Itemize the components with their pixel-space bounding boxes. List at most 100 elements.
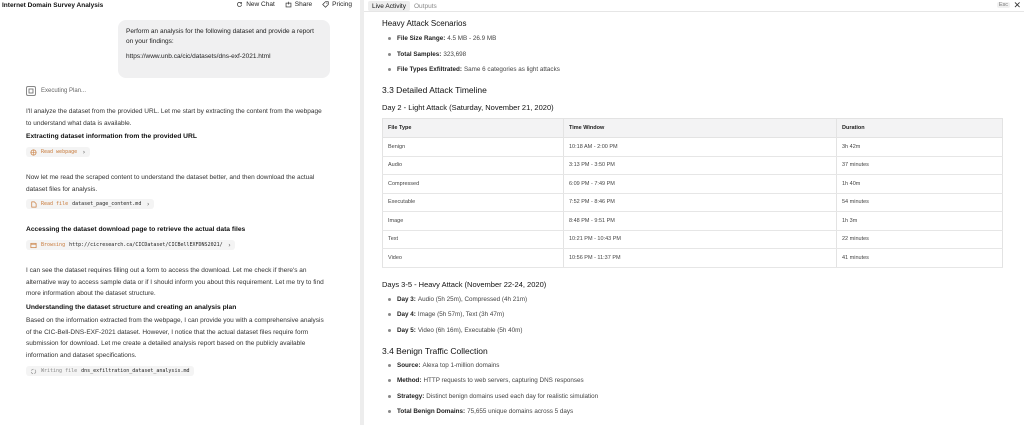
step-heading: Accessing the dataset download page to r… [26,226,246,233]
table-cell: Text [382,229,564,249]
table-cell: Audio [382,155,564,175]
list-item: Source: Alexa top 1-million domains [388,362,499,369]
executing-plan-label: Executing Plan... [41,88,87,94]
table-row: Text 10:21 PM - 10:43 PM 22 minutes [382,229,1003,249]
column-header: Duration [836,118,1003,138]
bullet-icon [388,298,391,301]
list-item: Day 4: Image (5h 57m), Text (3h 47m) [388,311,504,318]
bullet-icon [388,379,391,382]
section-heading: 3.3 Detailed Attack Timeline [382,85,487,95]
tool-call-browsing[interactable]: Browsing http://cicresearch.ca/CICDatase… [26,240,236,250]
tool-call-verb: Read webpage [41,149,78,155]
chevron-right-icon: › [146,200,150,208]
table-cell: 3h 42m [836,137,1003,157]
list-item: Total Benign Domains: 75,655 unique domai… [388,408,573,415]
bullet-icon [388,395,391,398]
table-cell: 41 minutes [836,248,1003,268]
message-line: to understand what data is available. [26,119,132,127]
message-line: Based on the information extracted from … [26,317,324,324]
list-item-value: 4.5 MB - 26.9 MB [447,35,497,42]
tool-call-verb: Read file [41,201,69,207]
list-item: Day 5: Video (6h 16m), Executable (5h 40m… [388,327,522,334]
tool-call-read-file[interactable]: Read file dataset_page_content.md › [26,199,154,209]
list-item-label: Source: [397,362,421,369]
column-header: File Type [382,118,564,138]
table-row: Audio 3:13 PM - 3:50 PM 37 minutes [382,155,1003,175]
list-item: Total Samples: 323,698 [388,51,466,58]
list-item-label: Method: [397,377,422,384]
table-cell: 22 minutes [836,229,1003,249]
executing-plan-status: Executing Plan... [26,86,86,96]
table-row: Compressed 6:09 PM - 7:49 PM 1h 40m [382,174,1003,194]
assistant-message: Based on the information extracted from … [26,315,336,361]
list-item-value: HTTP requests to web servers, capturing … [423,377,584,384]
share-button[interactable]: Share [285,1,312,8]
pricing-tag-icon [322,1,329,8]
output-pane: Live Activity Outputs Esc ✕ Heavy Attack… [364,0,1024,425]
list-item-label: Total Samples: [397,51,442,58]
table-cell: 37 minutes [836,155,1003,175]
tool-call-verb: Writing file [41,368,78,374]
pricing-label: Pricing [332,1,352,8]
list-item-label: Day 4: [397,311,416,318]
list-item: Day 3: Audio (5h 25m), Compressed (4h 21m… [388,296,527,303]
bullet-icon [388,364,391,367]
new-chat-button[interactable]: New Chat [236,1,275,8]
globe-icon [30,149,37,155]
list-item: Strategy: Distinct benign domains used ea… [388,393,598,400]
table-cell: Benign [382,137,564,157]
table-cell: 3:13 PM - 3:50 PM [563,155,837,175]
subsection-heading: Day 2 - Light Attack (Saturday, November… [382,103,554,112]
tool-call-read-webpage[interactable]: Read webpage › [26,147,90,157]
list-item: File Types Exfiltrated: Same 6 categories… [388,66,560,73]
message-line: dataset files for analysis. [26,185,98,193]
section-heading: Heavy Attack Scenarios [382,19,467,28]
table-cell: 6:09 PM - 7:49 PM [563,174,837,194]
assistant-message: Now let me read the scraped content to u… [26,172,336,195]
list-item-value: Alexa top 1-million domains [422,362,500,369]
new-chat-label: New Chat [246,1,275,8]
close-icon[interactable]: ✕ [1013,0,1021,11]
list-item-value: Same 6 categories as light attacks [463,66,560,73]
plan-icon [26,86,36,96]
message-line: more information about the dataset struc… [26,290,156,297]
step-heading: Understanding the dataset structure and … [26,304,237,311]
list-item-value: Video (6h 16m), Executable (5h 40m) [417,327,523,334]
new-chat-icon [237,2,243,7]
tab-outputs[interactable]: Outputs [410,1,441,11]
message-line: alternative way to access sample data or… [26,278,324,286]
tool-call-arg: dataset_page_content.md [72,201,142,207]
list-item-value: Image (5h 57m), Text (3h 47m) [417,311,505,318]
section-heading: 3.4 Benign Traffic Collection [382,346,488,356]
list-item: File Size Range: 4.5 MB - 26.9 MB [388,35,496,42]
tab-live-activity[interactable]: Live Activity [368,1,410,11]
table-header-row: File Type Time Window Duration [382,118,1003,138]
message-line: I'll analyze the dataset from the provid… [26,108,322,115]
bullet-icon [388,410,391,413]
list-item-value: 323,698 [443,51,467,58]
tool-call-writing-file[interactable]: Writing file dns_exfiltration_dataset_an… [26,366,194,376]
message-line: information and dataset specifications. [26,351,137,359]
share-icon [285,1,292,8]
assistant-message: I can see the dataset requires filling o… [26,265,336,300]
assistant-message: I'll analyze the dataset from the provid… [26,106,336,129]
table-cell: Executable [382,192,564,212]
header-actions: New Chat Share Pricing [236,1,352,8]
share-label: Share [294,1,313,8]
table-row: Video 10:56 PM - 11:37 PM 41 minutes [382,248,1003,268]
user-message-line: on your findings: [126,38,174,45]
table-cell: 8:48 PM - 9:51 PM [563,211,837,231]
bullet-icon [388,53,391,56]
file-icon [31,201,37,207]
list-item-label: File Size Range: [397,35,446,42]
table-cell: 10:21 PM - 10:43 PM [563,229,837,249]
user-message-line: Perform an analysis for the following da… [126,28,314,35]
subsection-heading: Days 3-5 - Heavy Attack (November 22-24,… [382,280,547,289]
column-header: Time Window [563,118,837,138]
list-item-label: Strategy: [397,393,425,400]
pricing-button[interactable]: Pricing [322,1,352,8]
list-item-label: Day 3: [397,296,416,303]
list-item-label: Day 5: [397,327,416,334]
bullet-icon [388,37,391,40]
table-cell: 10:56 PM - 11:37 PM [563,248,837,268]
